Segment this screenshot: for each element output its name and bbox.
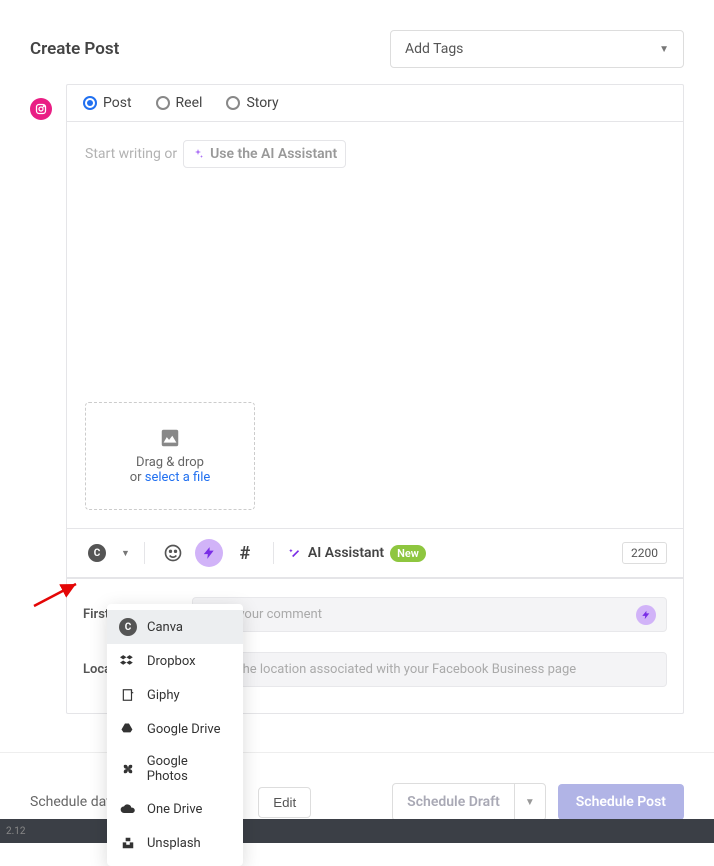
ai-assistant-button[interactable]: AI Assistant New	[288, 545, 426, 562]
emoji-button[interactable]	[159, 539, 187, 567]
dropdown-item-google-photos[interactable]: Google Photos	[107, 746, 243, 792]
schedule-post-button[interactable]: Schedule Post	[558, 784, 684, 820]
dropdown-item-label: Giphy	[147, 688, 180, 703]
add-tags-select[interactable]: Add Tags ▼	[390, 30, 684, 68]
dropdown-item-dropbox[interactable]: Dropbox	[107, 644, 243, 678]
canva-icon: C	[88, 544, 106, 562]
caption-editor[interactable]: Start writing or Use the AI Assistant	[67, 122, 683, 402]
schedule-draft-button[interactable]: Schedule Draft	[393, 784, 514, 820]
giphy-icon	[119, 686, 137, 704]
post-type-post[interactable]: Post	[83, 95, 132, 111]
post-type-tabs: Post Reel Story	[67, 85, 683, 122]
new-badge: New	[390, 545, 426, 562]
schedule-date-label: Schedule date	[30, 794, 118, 810]
caption-placeholder: Start writing or	[85, 146, 177, 162]
emoji-icon	[163, 543, 183, 563]
dropdown-item-label: One Drive	[147, 802, 202, 817]
dropdown-item-label: Canva	[147, 620, 183, 635]
location-input[interactable]: Enter the location associated with your …	[192, 652, 667, 687]
image-icon	[157, 427, 183, 449]
upload-text: Drag & drop	[136, 455, 204, 470]
schedule-draft-dropdown[interactable]: ▼	[514, 784, 545, 820]
upload-text: or	[130, 470, 145, 485]
chevron-down-icon: ▼	[659, 44, 669, 55]
dropdown-item-label: Unsplash	[147, 836, 201, 851]
dropdown-item-onedrive[interactable]: One Drive	[107, 792, 243, 826]
wand-icon	[288, 546, 302, 560]
ai-assistant-label: AI Assistant	[308, 545, 384, 561]
media-source-dropdown: C Canva Dropbox Giphy Google Drive Googl…	[107, 604, 243, 866]
dropdown-item-label: Dropbox	[147, 654, 196, 669]
add-tags-label: Add Tags	[405, 41, 463, 57]
instagram-icon[interactable]	[30, 98, 52, 120]
radio-icon	[156, 96, 170, 110]
location-placeholder: Enter the location associated with your …	[205, 662, 576, 677]
dropdown-item-label: Google Drive	[147, 722, 220, 737]
ai-generate-button[interactable]	[636, 605, 656, 625]
canva-icon: C	[119, 618, 137, 636]
character-count: 2200	[622, 542, 667, 564]
unsplash-icon	[119, 834, 137, 852]
lightning-icon	[641, 610, 651, 620]
lightning-icon	[202, 546, 216, 560]
separator	[273, 542, 274, 564]
ai-chip-label: Use the AI Assistant	[210, 146, 337, 162]
dropdown-item-label: Google Photos	[147, 754, 231, 784]
ai-assistant-chip[interactable]: Use the AI Assistant	[183, 140, 346, 168]
sparkle-icon	[192, 148, 204, 160]
google-photos-icon	[119, 760, 137, 778]
radio-selected-icon	[83, 96, 97, 110]
select-file-link[interactable]: select a file	[145, 470, 211, 485]
separator	[144, 542, 145, 564]
editor-toolbar: C ▼ # AI Assistant New 2200	[67, 528, 683, 578]
post-type-label: Post	[103, 95, 132, 111]
media-upload-dropzone[interactable]: Drag & drop or select a file	[85, 402, 255, 510]
post-type-reel[interactable]: Reel	[156, 95, 203, 111]
post-type-label: Reel	[176, 95, 203, 111]
hashtag-button[interactable]: #	[231, 539, 259, 567]
dropbox-icon	[119, 652, 137, 670]
dropdown-item-unsplash[interactable]: Unsplash	[107, 826, 243, 860]
onedrive-icon	[119, 800, 137, 818]
first-comment-input[interactable]: Enter your comment	[192, 597, 667, 632]
dropdown-item-google-drive[interactable]: Google Drive	[107, 712, 243, 746]
media-source-button[interactable]: C	[83, 539, 111, 567]
google-drive-icon	[119, 720, 137, 738]
page-title: Create Post	[30, 39, 119, 59]
dropdown-item-giphy[interactable]: Giphy	[107, 678, 243, 712]
dropdown-item-canva[interactable]: C Canva	[107, 610, 243, 644]
edit-schedule-button[interactable]: Edit	[258, 787, 311, 818]
schedule-draft-split-button: Schedule Draft ▼	[392, 783, 546, 821]
post-type-story[interactable]: Story	[226, 95, 278, 111]
post-type-label: Story	[246, 95, 278, 111]
variables-button[interactable]	[195, 539, 223, 567]
radio-icon	[226, 96, 240, 110]
chevron-down-icon[interactable]: ▼	[121, 548, 130, 559]
